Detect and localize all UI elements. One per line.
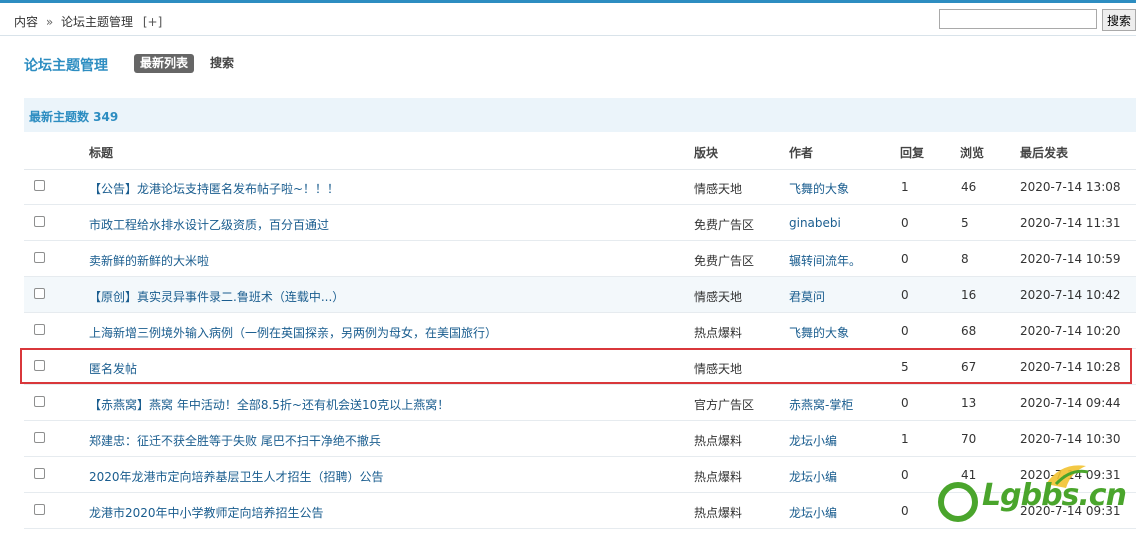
board-name: 热点爆料 <box>694 506 743 520</box>
search-input[interactable] <box>939 9 1097 29</box>
last-post-time: 2020-7-14 10:42 <box>1020 288 1121 302</box>
last-post-time: 2020-7-14 10:20 <box>1020 324 1121 338</box>
last-post-time: 2020-7-14 09:44 <box>1020 396 1121 410</box>
reply-count: 1 <box>901 180 909 194</box>
board-name: 免费广告区 <box>694 254 755 268</box>
topic-title-link[interactable]: 【原创】真实灵异事件录二.鲁班术（连载中...） <box>89 288 344 305</box>
tab-latest-list[interactable]: 最新列表 <box>134 54 195 73</box>
reply-count: 0 <box>901 396 909 410</box>
last-post-time: 2020-7-14 10:28 <box>1020 360 1121 374</box>
header-last-post: 最后发表 <box>1020 146 1069 160</box>
view-count: 16 <box>961 288 977 302</box>
board-name: 热点爆料 <box>694 470 743 484</box>
last-post-time: 2020-7-14 13:08 <box>1020 180 1121 194</box>
reply-count: 1 <box>901 432 909 446</box>
board-name: 情感天地 <box>694 362 743 376</box>
topic-title-link[interactable]: 郑建忠：征迁不获全胜等于失败 尾巴不扫干净绝不撤兵 <box>89 432 381 449</box>
view-count: 46 <box>961 180 977 194</box>
breadcrumb-add-button[interactable]: [+] <box>143 15 162 29</box>
topic-title-link[interactable]: 2020年龙港市定向培养基层卫生人才招生（招聘）公告 <box>89 468 384 485</box>
row-checkbox[interactable] <box>34 468 45 479</box>
topic-title-link[interactable]: 龙港市2020年中小学教师定向培养招生公告 <box>89 504 324 521</box>
author-link[interactable]: 龙坛小编 <box>789 468 837 485</box>
topic-title-link[interactable]: 匿名发帖 <box>89 360 137 377</box>
view-count: 67 <box>961 360 977 374</box>
author-link[interactable]: 飞舞的大象 <box>789 324 849 341</box>
reply-count: 0 <box>901 252 909 266</box>
topic-title-link[interactable]: 上海新增三例境外输入病例（一例在英国探亲，另两例为母女，在美国旅行） <box>89 324 497 341</box>
table-row: 匿名发帖 情感天地 5 67 2020-7-14 10:28 <box>24 349 1136 385</box>
row-checkbox[interactable] <box>34 180 45 191</box>
view-count: 70 <box>961 432 977 446</box>
table-header: 标题 版块 作者 回复 浏览 最后发表 <box>24 133 1136 170</box>
breadcrumb-home[interactable]: 内容 <box>14 15 38 29</box>
author-link[interactable]: 龙坛小编 <box>789 432 837 449</box>
topic-title-link[interactable]: 市政工程给水排水设计乙级资质，百分百通过 <box>89 216 329 233</box>
row-checkbox[interactable] <box>34 288 45 299</box>
board-name: 情感天地 <box>694 182 743 196</box>
top-bar: 内容 » 论坛主题管理 [+] 搜索 <box>0 0 1136 36</box>
board-name: 热点爆料 <box>694 434 743 448</box>
last-post-time: 2020-7-14 10:59 <box>1020 252 1121 266</box>
reply-count: 0 <box>901 288 909 302</box>
topic-title-link[interactable]: 【公告】龙港论坛支持匿名发布帖子啦~！！！ <box>89 180 339 197</box>
site-watermark: Lgbbs.cn <box>936 462 1136 530</box>
page-header: 论坛主题管理 最新列表 搜索 <box>0 36 1136 96</box>
row-checkbox[interactable] <box>34 396 45 407</box>
author-link[interactable]: 辗转间流年。 <box>789 252 861 269</box>
last-post-time: 2020-7-14 10:30 <box>1020 432 1121 446</box>
board-name: 热点爆料 <box>694 326 743 340</box>
watermark-text: Lgbbs.cn <box>982 478 1127 513</box>
topic-count: 最新主题数 349 <box>29 110 119 124</box>
view-count: 68 <box>961 324 977 338</box>
table-row: 【公告】龙港论坛支持匿名发布帖子啦~！！！ 情感天地 飞舞的大象 1 46 20… <box>24 169 1136 205</box>
header-author: 作者 <box>789 146 814 160</box>
table-row: 卖新鲜的新鲜的大米啦 免费广告区 辗转间流年。 0 8 2020-7-14 10… <box>24 241 1136 277</box>
reply-count: 0 <box>901 216 909 230</box>
view-count: 8 <box>961 252 969 266</box>
table-row: 市政工程给水排水设计乙级资质，百分百通过 免费广告区 ginabebi 0 5 … <box>24 205 1136 241</box>
reply-count: 0 <box>901 324 909 338</box>
header-replies: 回复 <box>900 146 925 160</box>
row-checkbox[interactable] <box>34 360 45 371</box>
topic-title-link[interactable]: 【赤燕窝】燕窝 年中活动！全部8.5折~还有机会送10克以上燕窝！ <box>89 396 449 413</box>
author-link[interactable]: 飞舞的大象 <box>789 180 849 197</box>
board-name: 官方广告区 <box>694 398 755 412</box>
table-row: 郑建忠：征迁不获全胜等于失败 尾巴不扫干净绝不撤兵 热点爆料 龙坛小编 1 70… <box>24 421 1136 457</box>
row-checkbox[interactable] <box>34 324 45 335</box>
breadcrumb-separator: » <box>45 15 54 29</box>
breadcrumb-current[interactable]: 论坛主题管理 <box>61 15 133 29</box>
header-views: 浏览 <box>960 146 985 160</box>
reply-count: 0 <box>901 504 909 518</box>
author-link[interactable]: 赤燕窝-掌柜 <box>789 396 853 413</box>
reply-count: 5 <box>901 360 909 374</box>
header-title: 标题 <box>89 146 114 160</box>
last-post-time: 2020-7-14 11:31 <box>1020 216 1121 230</box>
row-checkbox[interactable] <box>34 432 45 443</box>
row-checkbox[interactable] <box>34 216 45 227</box>
board-name: 情感天地 <box>694 290 743 304</box>
breadcrumb: 内容 » 论坛主题管理 [+] <box>14 13 162 30</box>
topic-count-bar: 最新主题数 349 <box>24 98 1136 132</box>
search-button[interactable]: 搜索 <box>1102 9 1136 31</box>
author-link[interactable]: 龙坛小编 <box>789 504 837 521</box>
tab-search[interactable]: 搜索 <box>210 54 234 73</box>
reply-count: 0 <box>901 468 909 482</box>
author-link[interactable]: ginabebi <box>789 216 841 230</box>
table-row: 上海新增三例境外输入病例（一例在英国探亲，另两例为母女，在美国旅行） 热点爆料 … <box>24 313 1136 349</box>
view-count: 5 <box>961 216 969 230</box>
topic-title-link[interactable]: 卖新鲜的新鲜的大米啦 <box>89 252 209 269</box>
row-checkbox[interactable] <box>34 504 45 515</box>
board-name: 免费广告区 <box>694 218 755 232</box>
page-title: 论坛主题管理 <box>24 58 108 74</box>
header-board: 版块 <box>694 146 719 160</box>
view-count: 13 <box>961 396 977 410</box>
table-row: 【赤燕窝】燕窝 年中活动！全部8.5折~还有机会送10克以上燕窝！ 官方广告区 … <box>24 385 1136 421</box>
table-row: 【原创】真实灵异事件录二.鲁班术（连载中...） 情感天地 君莫问 0 16 2… <box>24 277 1136 313</box>
author-link[interactable]: 君莫问 <box>789 288 825 305</box>
row-checkbox[interactable] <box>34 252 45 263</box>
